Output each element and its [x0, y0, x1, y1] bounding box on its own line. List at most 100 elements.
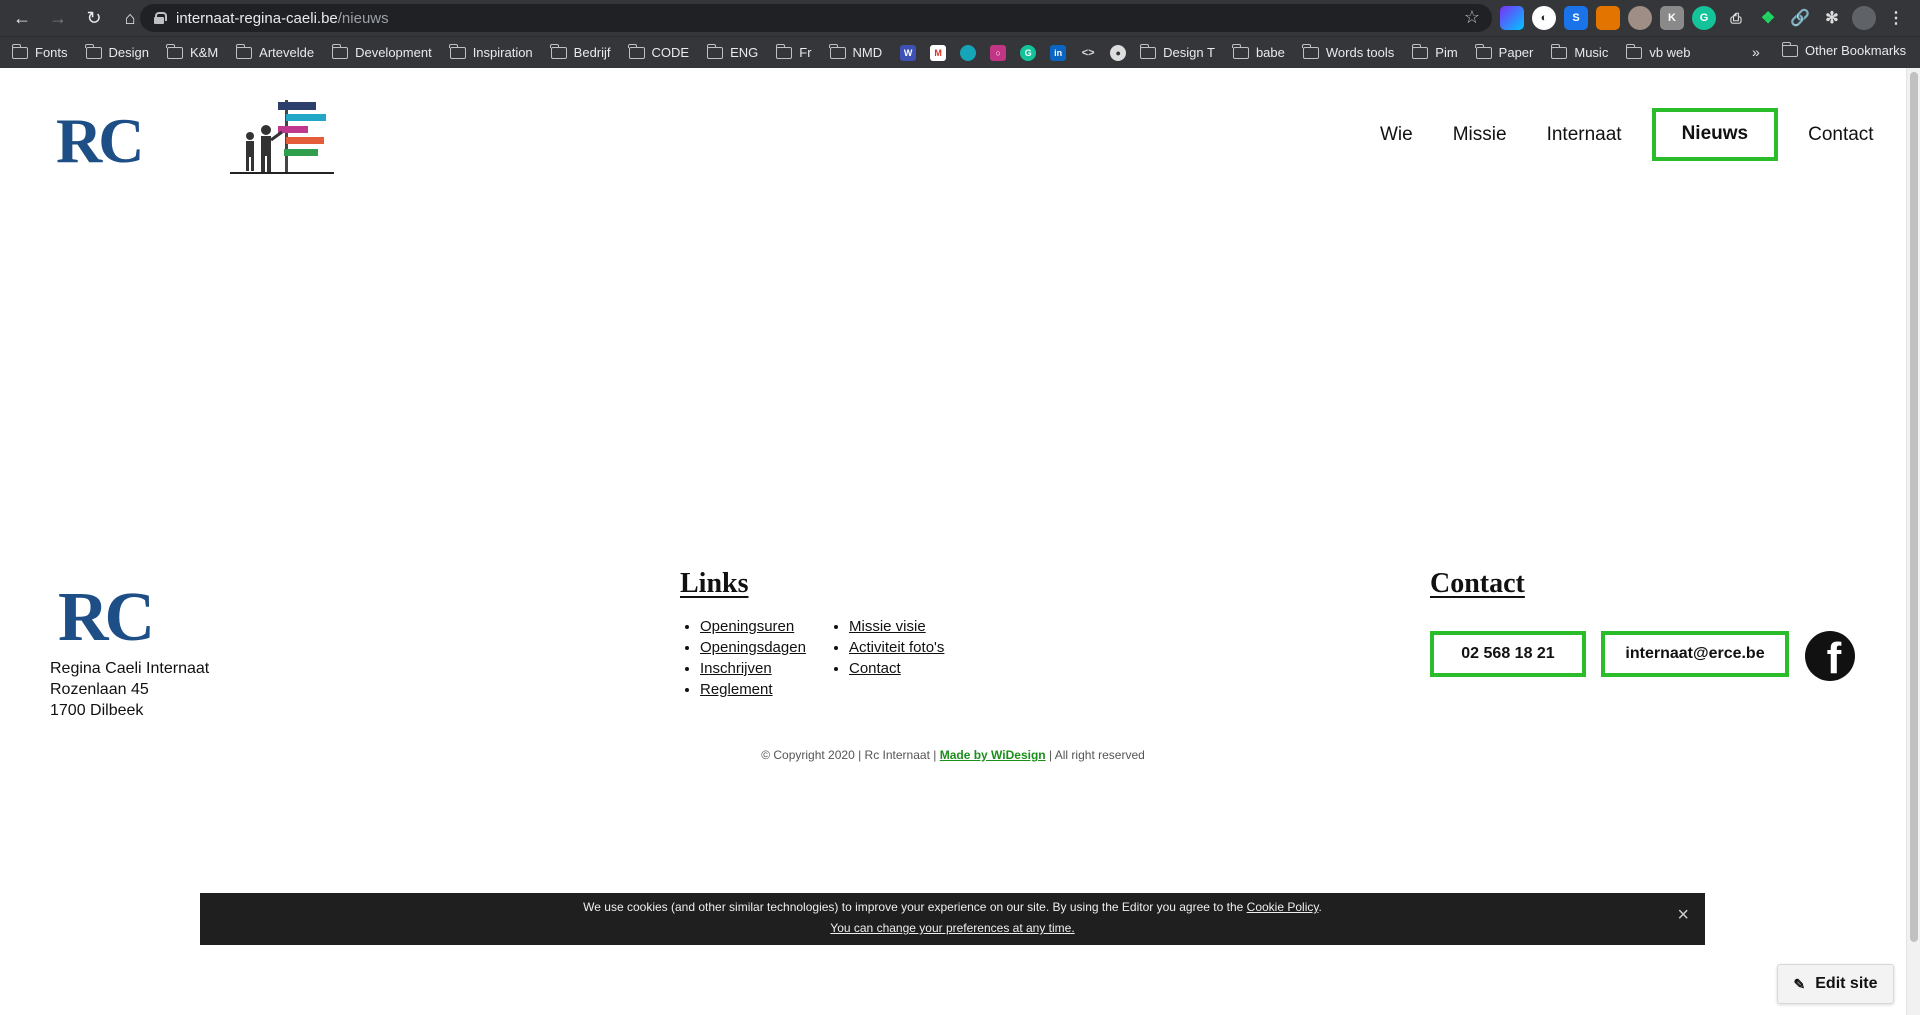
- bookmark-folder[interactable]: CODE: [628, 43, 689, 60]
- email-button[interactable]: internaat@erce.be: [1601, 631, 1789, 677]
- bookmark-folder[interactable]: Fr: [775, 43, 812, 60]
- list-item: Missie visie: [849, 616, 944, 637]
- nav-nieuws[interactable]: Nieuws: [1651, 108, 1779, 161]
- close-icon[interactable]: ×: [1677, 905, 1689, 925]
- pencil-icon: ✎: [1793, 975, 1806, 992]
- list-item: Openingsdagen: [700, 637, 806, 658]
- header-logo[interactable]: RC: [56, 104, 144, 178]
- footer-link[interactable]: Inschrijven: [700, 660, 772, 677]
- link-extension-icon[interactable]: 🔗: [1788, 6, 1812, 30]
- bookmark-folder[interactable]: Development: [331, 43, 432, 60]
- other-bookmarks-folder[interactable]: Other Bookmarks: [1781, 41, 1906, 58]
- folder-icon: [166, 43, 183, 59]
- address-line: Regina Caeli Internaat: [50, 660, 210, 677]
- nav-contact[interactable]: Contact: [1798, 116, 1883, 154]
- folder-icon: [1302, 43, 1319, 59]
- globe-bookmark-icon[interactable]: ●: [1110, 44, 1127, 61]
- gmail-bookmark-icon[interactable]: M: [930, 44, 947, 61]
- scrollbar[interactable]: [1906, 68, 1920, 1015]
- bookmark-folder[interactable]: Artevelde: [235, 43, 314, 60]
- footer-link[interactable]: Missie visie: [849, 618, 926, 635]
- list-item: Activiteit foto's: [849, 637, 944, 658]
- puzzle-extensions-icon[interactable]: ✻: [1820, 6, 1844, 30]
- browser-toolbar: ← → ↻ ⌂ internaat-regina-caeli.be/nieuws…: [0, 0, 1920, 36]
- orange-extension-icon[interactable]: [1596, 6, 1620, 30]
- folder-icon: [1411, 43, 1429, 59]
- footer-link[interactable]: Reglement: [700, 681, 773, 698]
- folder-icon: [550, 43, 567, 59]
- bookmark-folder[interactable]: Words tools: [1302, 43, 1394, 60]
- signpost-illustration-icon: [230, 100, 334, 174]
- list-item: Openingsuren: [700, 616, 806, 637]
- bookmark-folder[interactable]: babe: [1232, 43, 1285, 60]
- bookmark-folder[interactable]: Pim: [1411, 43, 1458, 60]
- footer-link[interactable]: Activiteit foto's: [849, 639, 944, 656]
- bookmark-folder[interactable]: Bedrijf: [550, 43, 611, 60]
- linkedin-bookmark-icon[interactable]: in: [1050, 44, 1067, 61]
- forward-arrow-icon[interactable]: →: [44, 4, 72, 32]
- back-arrow-icon[interactable]: ←: [8, 4, 36, 32]
- figma-extension-icon[interactable]: [1500, 6, 1524, 30]
- folder-icon: [1625, 43, 1643, 59]
- nav-wie[interactable]: Wie: [1370, 116, 1423, 154]
- bookmark-folder[interactable]: Inspiration: [449, 43, 533, 60]
- folder-icon: [449, 43, 466, 59]
- bookmark-folder[interactable]: Design T: [1139, 43, 1215, 60]
- cookie-text: We use cookies (and other similar techno…: [583, 900, 1244, 914]
- phone-button[interactable]: 02 568 18 21: [1430, 631, 1586, 677]
- cookie-policy-link[interactable]: Cookie Policy: [1247, 900, 1319, 914]
- folder-icon: [1475, 43, 1492, 59]
- bookmark-folder[interactable]: K&M: [166, 43, 218, 60]
- tiny-bookmark-icon[interactable]: [960, 44, 977, 61]
- bookmark-folder[interactable]: Music: [1550, 43, 1608, 60]
- bookmark-folder[interactable]: Paper: [1475, 43, 1533, 60]
- profile-avatar-icon[interactable]: [1852, 6, 1876, 30]
- edit-site-button[interactable]: ✎ Edit site: [1777, 964, 1894, 1004]
- copyright-text: © Copyright 2020 | Rc Internaat |: [761, 748, 937, 762]
- folder-icon: [829, 43, 846, 59]
- footer-link[interactable]: Openingsdagen: [700, 639, 806, 656]
- folder-icon: [628, 43, 645, 59]
- folder-icon: [11, 43, 28, 59]
- url-path: /nieuws: [337, 9, 389, 27]
- instagram-bookmark-icon[interactable]: ○: [990, 44, 1007, 61]
- footer-link[interactable]: Contact: [849, 660, 901, 677]
- grammarly-bookmark-icon[interactable]: G: [1020, 44, 1037, 61]
- s-extension-icon[interactable]: S: [1564, 6, 1588, 30]
- k-extension-icon[interactable]: K: [1660, 6, 1684, 30]
- list-item: Reglement: [700, 679, 806, 700]
- kebab-menu-icon[interactable]: ⋮: [1884, 6, 1908, 30]
- code-bookmark-icon[interactable]: <>: [1080, 45, 1096, 61]
- cookie-preferences-link[interactable]: You can change your preferences at any t…: [830, 921, 1074, 935]
- facebook-icon[interactable]: f: [1805, 631, 1855, 681]
- folder-icon: [1232, 43, 1249, 59]
- footer-link[interactable]: Openingsuren: [700, 618, 794, 635]
- bookmark-folder[interactable]: NMD: [829, 43, 882, 60]
- lock-icon: [154, 12, 167, 24]
- grammarly-extension-icon[interactable]: G: [1692, 6, 1716, 30]
- circle-extension-icon[interactable]: [1628, 6, 1652, 30]
- palm-extension-icon[interactable]: ❖: [1756, 6, 1780, 30]
- bookmark-folder[interactable]: Fonts: [11, 43, 68, 60]
- bookmarks-bar: Fonts Design K&M Artevelde Development I…: [0, 36, 1920, 68]
- footer-links-title: Links: [680, 568, 749, 599]
- w-bookmark-icon[interactable]: W: [900, 44, 917, 61]
- footer-contact-title: Contact: [1430, 568, 1525, 599]
- address-bar[interactable]: internaat-regina-caeli.be/nieuws ☆: [140, 4, 1492, 32]
- bookmark-folder[interactable]: ENG: [706, 43, 758, 60]
- list-item: Inschrijven: [700, 658, 806, 679]
- scrollbar-thumb[interactable]: [1910, 72, 1918, 942]
- made-by-link[interactable]: Made by WiDesign: [940, 748, 1046, 762]
- nav-missie[interactable]: Missie: [1443, 116, 1517, 154]
- reload-icon[interactable]: ↻: [80, 4, 108, 32]
- bookmark-folder[interactable]: vb web: [1625, 43, 1691, 60]
- bookmark-star-icon[interactable]: ☆: [1464, 7, 1480, 28]
- nav-internaat[interactable]: Internaat: [1537, 116, 1632, 154]
- printer-extension-icon[interactable]: ⎙: [1724, 6, 1748, 30]
- folder-icon: [331, 43, 349, 59]
- bookmarks-overflow-icon[interactable]: »: [1752, 44, 1760, 60]
- url-host: internaat-regina-caeli.be: [176, 9, 338, 27]
- footer-links-list-2: Missie visie Activiteit foto's Contact: [829, 616, 944, 679]
- folder-icon: [706, 43, 724, 59]
- bookmark-folder[interactable]: Design: [85, 43, 149, 60]
